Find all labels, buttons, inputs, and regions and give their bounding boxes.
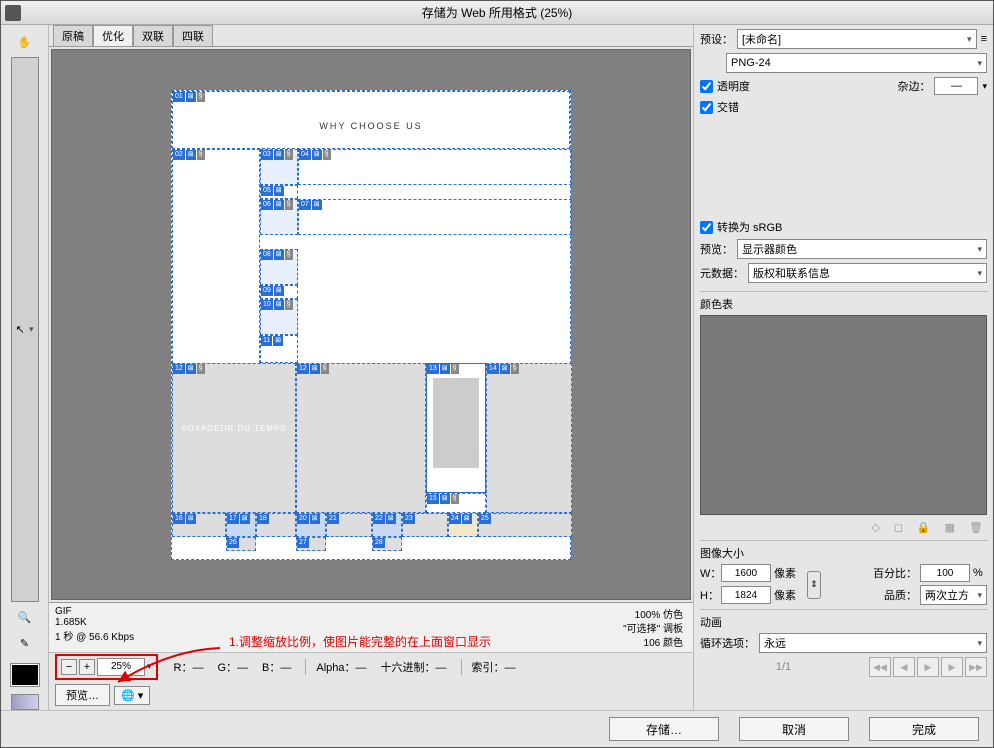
annotation-text: 1.调整缩放比例，使图片能完整的在上面窗口显示 [229, 633, 491, 650]
ct-icon-5[interactable]: 🗑 [969, 521, 983, 534]
hand-tool[interactable]: ✋ [11, 31, 39, 53]
info-palette: "可选择" 调板 [623, 620, 683, 635]
zoom-bar: − + ▾ R：— G：— B：— Alpha：— 十六进制：— 索引：— [49, 652, 693, 680]
tab-original[interactable]: 原稿 [53, 25, 93, 46]
app-icon [5, 5, 21, 21]
srgb-checkbox[interactable] [700, 221, 713, 234]
canvas[interactable]: WHY CHOOSE US 01⊠§ 02⊠§ 03⊠§ 04⊠§ 05⊠ 06… [171, 90, 571, 560]
quality-label: 品质： [828, 587, 917, 603]
width-input[interactable] [721, 564, 771, 582]
info-bar: GIF 1.685K 1 秒 @ 56.6 Kbps 100% 仿色 "可选择"… [49, 602, 693, 652]
window-title: 存储为 Web 所用格式 (25%) [422, 4, 572, 21]
anim-page: 1/1 [700, 661, 867, 673]
slice-select-tool[interactable]: ↖ [11, 57, 39, 602]
format-select[interactable]: PNG-24 [726, 53, 987, 73]
color-table[interactable] [700, 315, 987, 515]
save-button[interactable]: 存储… [609, 717, 719, 741]
ct-icon-3[interactable]: 🔒 [917, 521, 931, 534]
preview-button[interactable]: 预览… [55, 684, 110, 706]
preview-profile-label: 预览： [700, 241, 733, 257]
preset-select[interactable]: [未命名] [737, 29, 977, 49]
preview-button-row: 预览… 🌐 ▾ [49, 680, 693, 710]
channel-readout: R：— G：— B：— Alpha：— 十六进制：— 索引：— [174, 659, 516, 675]
matte-dropdown-icon[interactable]: ▾ [982, 81, 987, 92]
percent-label: 百分比： [828, 565, 917, 581]
zoom-control-highlight: − + ▾ [55, 654, 158, 680]
browser-preview-button[interactable]: 🌐 ▾ [114, 686, 150, 705]
info-colors: 106 颜色 [644, 634, 683, 649]
center-panel: 原稿 优化 双联 四联 WHY CHOOSE US 01⊠§ 02⊠§ 03⊠§… [49, 25, 693, 710]
loop-label: 循环选项： [700, 635, 755, 651]
anim-title: 动画 [700, 614, 987, 630]
metadata-label: 元数据： [700, 265, 744, 281]
link-dimensions-icon[interactable]: ⇕ [807, 571, 821, 599]
anim-controls: 1/1 ◀◀ ◀ ▶ ▶ ▶▶ [700, 657, 987, 677]
anim-last-button[interactable]: ▶▶ [965, 657, 987, 677]
preview-area[interactable]: WHY CHOOSE US 01⊠§ 02⊠§ 03⊠§ 04⊠§ 05⊠ 06… [51, 49, 691, 600]
matte-swatch[interactable] [934, 77, 978, 95]
ct-icon-1[interactable]: ◇ [871, 521, 879, 534]
color-swatch[interactable] [11, 664, 39, 686]
anim-prev-button[interactable]: ◀ [893, 657, 915, 677]
zoom-in-button[interactable]: + [79, 659, 95, 675]
zoom-dropdown-icon[interactable]: ▾ [147, 661, 152, 672]
height-label: H： [700, 587, 718, 603]
metadata-select[interactable]: 版权和联系信息 [748, 263, 987, 283]
zoom-input[interactable] [97, 658, 145, 676]
preset-menu-icon[interactable]: ≡ [981, 33, 987, 45]
ct-icon-2[interactable]: ◻ [894, 521, 903, 534]
dialog-buttons: 存储… 取消 完成 [1, 710, 993, 747]
zoom-out-button[interactable]: − [61, 659, 77, 675]
tab-optimized[interactable]: 优化 [93, 25, 133, 46]
interlace-checkbox[interactable] [700, 101, 713, 114]
matte-label: 杂边： [897, 78, 930, 94]
width-label: W： [700, 565, 718, 581]
tab-2up[interactable]: 双联 [133, 25, 173, 46]
loop-select[interactable]: 永远 [759, 633, 987, 653]
px-label-2: 像素 [774, 587, 804, 603]
color-table-toolbar: ◇ ◻ 🔒 ▦ 🗑 [700, 519, 987, 536]
color-table-title: 颜色表 [700, 296, 987, 312]
info-dither: 100% 仿色 [635, 606, 683, 621]
anim-play-button[interactable]: ▶ [917, 657, 939, 677]
preset-label: 预设： [700, 31, 733, 47]
tab-4up[interactable]: 四联 [173, 25, 213, 46]
tab-bar: 原稿 优化 双联 四联 [49, 25, 693, 47]
percent-input[interactable] [920, 564, 970, 582]
tool-column: ✋ ↖ 🔍 ✎ [1, 25, 49, 710]
info-format: GIF [55, 606, 687, 617]
zoom-tool[interactable]: 🔍 [11, 606, 39, 628]
settings-panel: 预设： [未命名] ≡ PNG-24 透明度 杂边： ▾ 交错 转换为 sR [693, 25, 993, 710]
image-size-title: 图像大小 [700, 545, 987, 561]
info-size: 1.685K [55, 617, 687, 628]
interlace-label: 交错 [717, 99, 739, 115]
pct-sign: % [973, 567, 987, 579]
preview-profile-select[interactable]: 显示器颜色 [737, 239, 987, 259]
anim-next-button[interactable]: ▶ [941, 657, 963, 677]
toggle-slices-icon[interactable] [11, 694, 39, 710]
title-bar[interactable]: 存储为 Web 所用格式 (25%) [1, 1, 993, 25]
srgb-label: 转换为 sRGB [717, 219, 782, 235]
cancel-button[interactable]: 取消 [739, 717, 849, 741]
ct-icon-4[interactable]: ▦ [945, 521, 955, 534]
dialog-window: 存储为 Web 所用格式 (25%) ✋ ↖ 🔍 ✎ 原稿 优化 双联 四联 W… [0, 0, 994, 748]
quality-select[interactable]: 两次立方 [920, 585, 987, 605]
height-input[interactable] [721, 586, 771, 604]
transparency-label: 透明度 [717, 78, 750, 94]
px-label-1: 像素 [774, 565, 804, 581]
transparency-checkbox[interactable] [700, 80, 713, 93]
eyedropper-tool[interactable]: ✎ [11, 632, 39, 654]
anim-first-button[interactable]: ◀◀ [869, 657, 891, 677]
done-button[interactable]: 完成 [869, 717, 979, 741]
